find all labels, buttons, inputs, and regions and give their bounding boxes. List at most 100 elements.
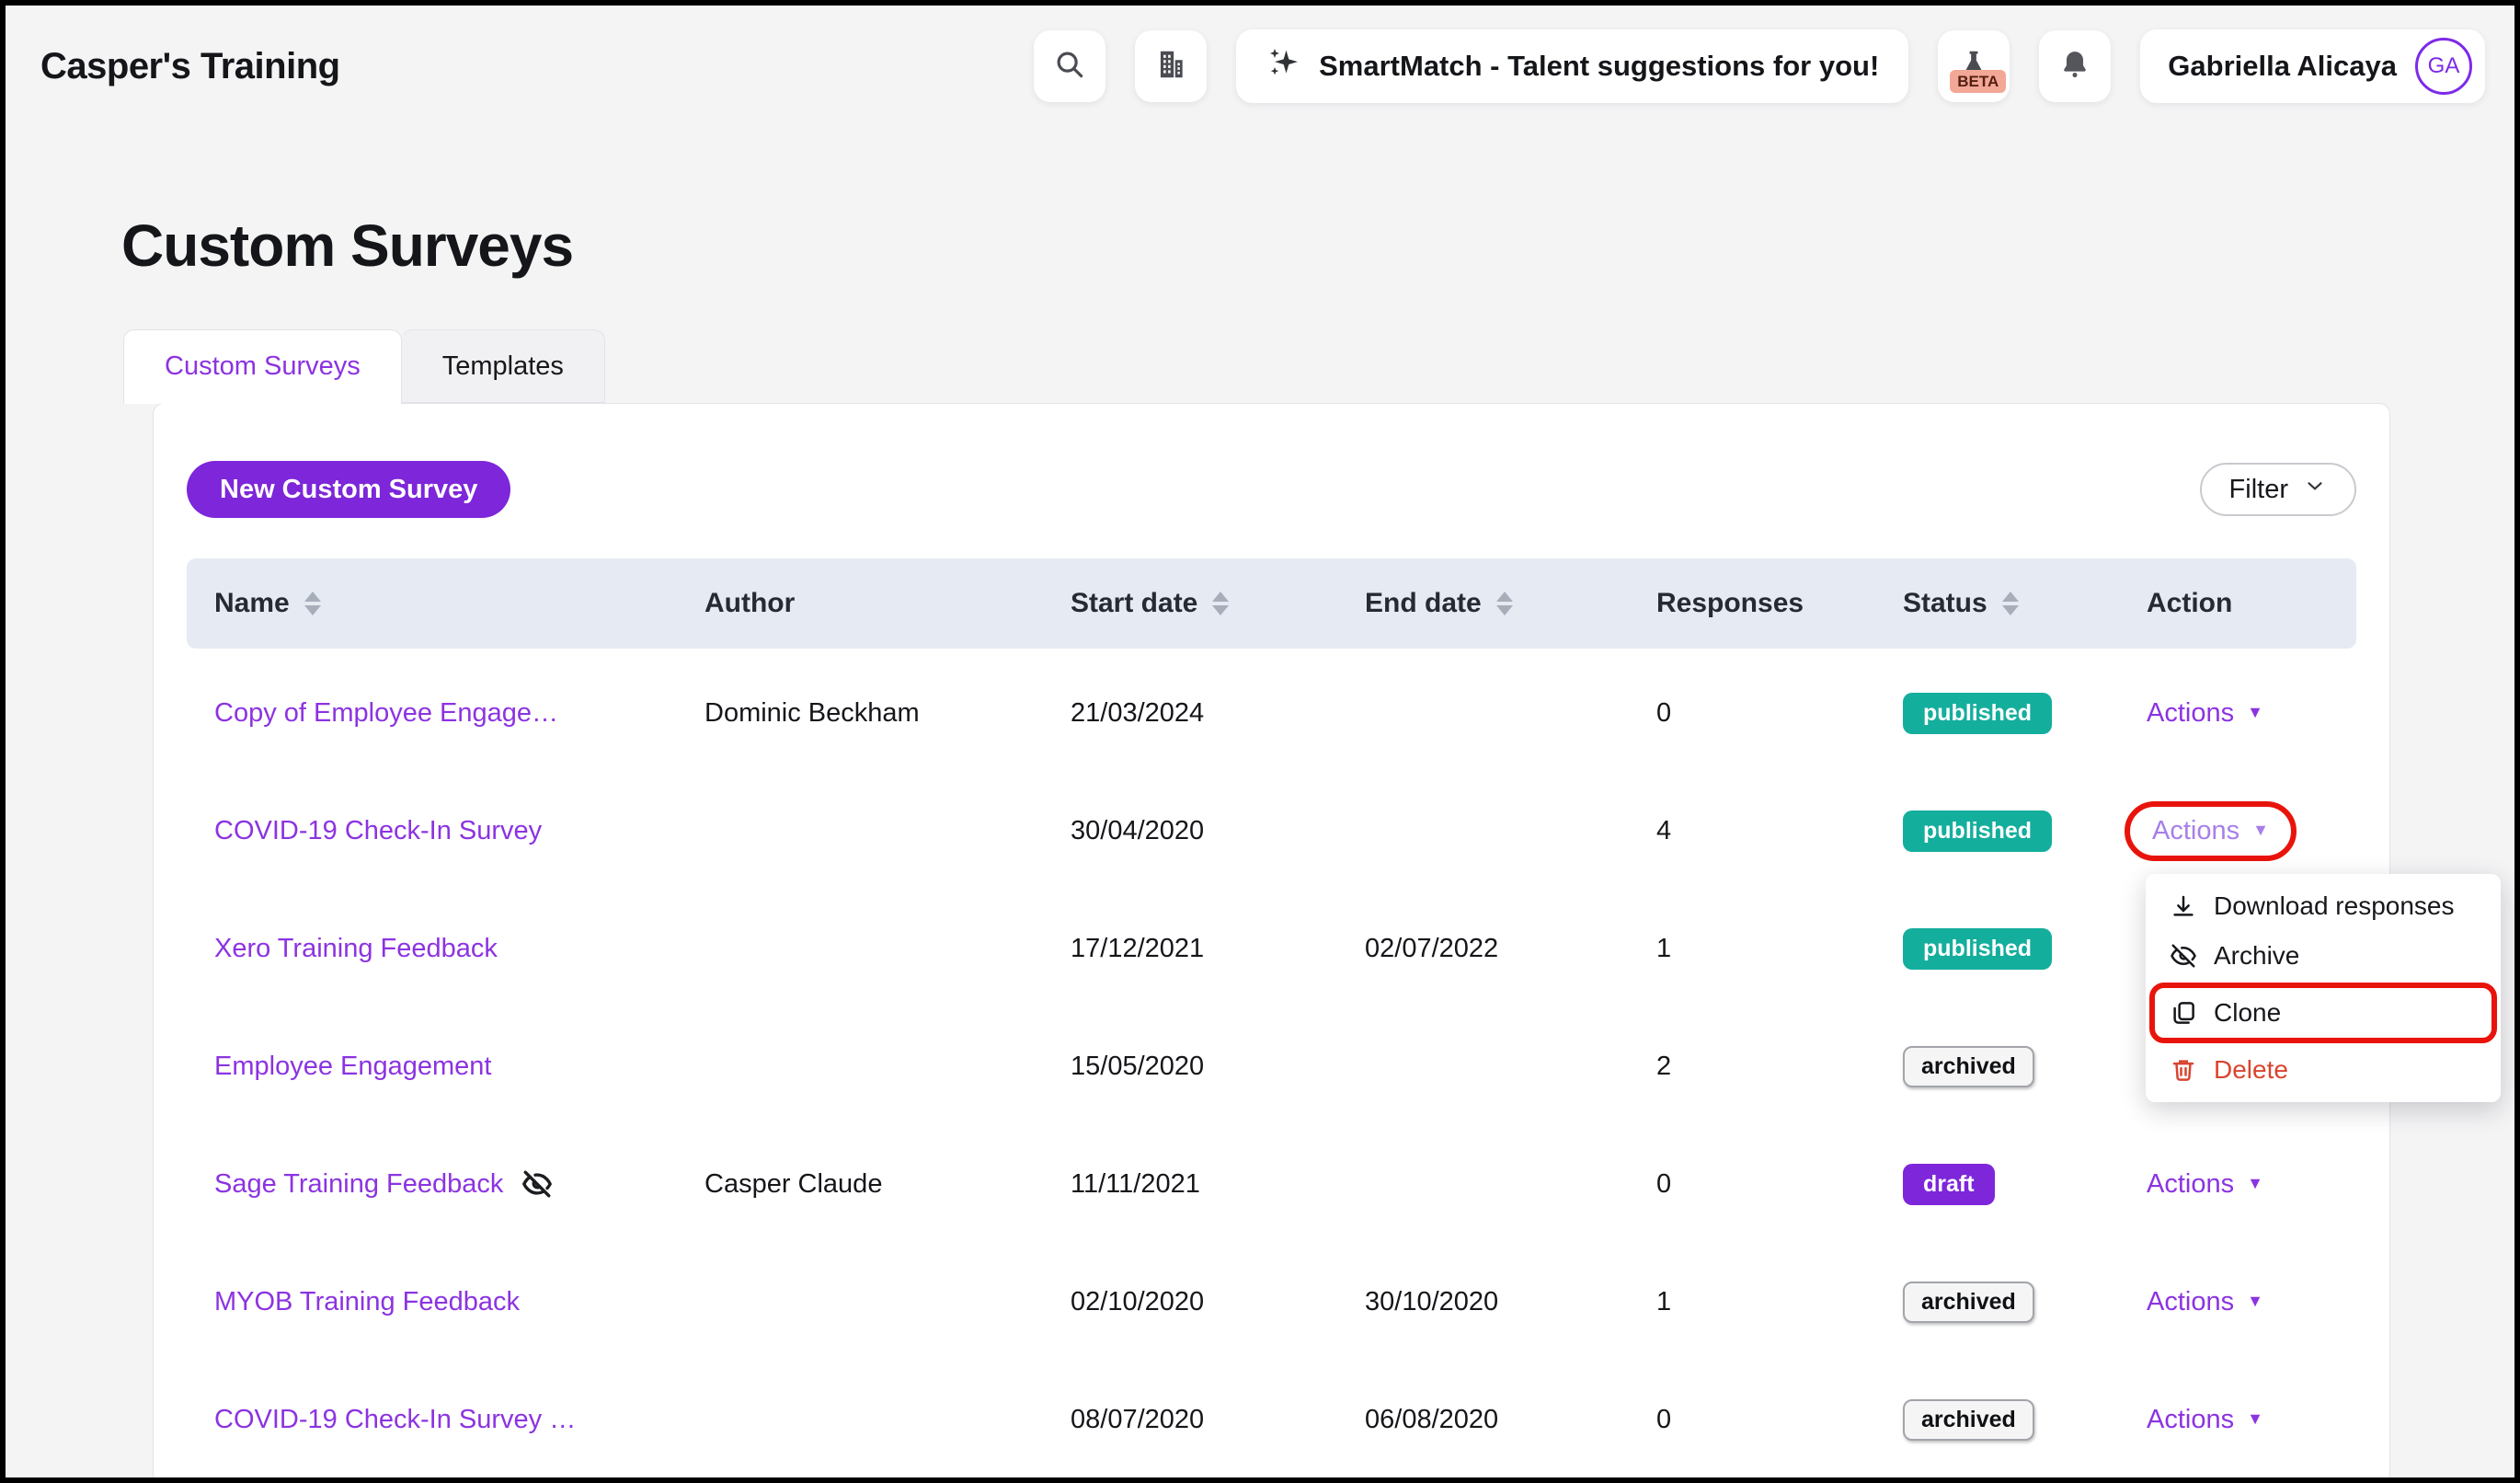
survey-name-link[interactable]: Sage Training Feedback: [214, 1169, 503, 1200]
caret-down-icon: ▼: [2252, 821, 2269, 840]
start-date-cell: 15/05/2020: [1043, 1052, 1337, 1082]
action-cell: Actions▼: [2119, 698, 2356, 729]
trash-icon: [2170, 1056, 2197, 1084]
labs-button[interactable]: BETA: [1938, 30, 2010, 102]
actions-button[interactable]: Actions▼: [2147, 1169, 2263, 1200]
column-header-label: Author: [704, 588, 795, 619]
download-icon: [2170, 892, 2197, 920]
top-bar: Casper's Training SmartMatch - Talent su…: [6, 6, 2514, 103]
column-header-label: Name: [214, 588, 290, 619]
actions-dropdown-menu: Download responses Archive Clone Delete: [2146, 874, 2501, 1102]
card-toolbar: New Custom Survey Filter: [187, 461, 2356, 518]
smartmatch-button[interactable]: SmartMatch - Talent suggestions for you!: [1236, 29, 1908, 103]
column-header-label: Responses: [1656, 588, 1804, 619]
column-header-status[interactable]: Status: [1875, 588, 2119, 619]
actions-button[interactable]: Actions ▼: [2152, 816, 2269, 846]
survey-name-link[interactable]: Employee Engagement: [214, 1052, 491, 1082]
responses-cell: 2: [1629, 1052, 1875, 1082]
end-date-cell: 06/08/2020: [1337, 1405, 1629, 1435]
app-window: Casper's Training SmartMatch - Talent su…: [0, 0, 2520, 1483]
action-cell: Actions▼: [2119, 1287, 2356, 1317]
column-header-responses[interactable]: Responses: [1629, 588, 1875, 619]
responses-cell: 4: [1629, 816, 1875, 846]
status-badge: published: [1903, 693, 2052, 734]
table-row: COVID-19 Check-In Survey … 08/07/2020 06…: [187, 1361, 2356, 1478]
annotation-ellipse: Actions▼: [2147, 1287, 2263, 1317]
name-cell: Employee Engagement: [187, 1052, 677, 1082]
avatar: GA: [2415, 38, 2472, 95]
column-header-name[interactable]: Name: [187, 588, 677, 619]
status-cell: archived: [1875, 1282, 2119, 1323]
name-cell: COVID-19 Check-In Survey …: [187, 1405, 677, 1435]
tab-custom-surveys[interactable]: Custom Surveys: [123, 329, 402, 404]
filter-label: Filter: [2229, 475, 2288, 505]
responses-cell: 0: [1629, 1169, 1875, 1200]
search-button[interactable]: [1034, 30, 1105, 102]
user-menu-button[interactable]: Gabriella Alicaya GA: [2140, 29, 2485, 103]
new-custom-survey-button[interactable]: New Custom Survey: [187, 461, 510, 518]
column-header-start-date[interactable]: Start date: [1043, 588, 1337, 619]
name-cell: COVID-19 Check-In Survey: [187, 816, 677, 846]
annotation-ellipse: Actions▼: [2147, 1405, 2263, 1435]
status-cell: archived: [1875, 1046, 2119, 1087]
survey-name-link[interactable]: Xero Training Feedback: [214, 934, 498, 964]
survey-name-link[interactable]: COVID-19 Check-In Survey: [214, 816, 542, 846]
status-cell: published: [1875, 810, 2119, 852]
column-header-end-date[interactable]: End date: [1337, 588, 1629, 619]
actions-label: Actions: [2152, 816, 2239, 846]
status-cell: published: [1875, 928, 2119, 970]
caret-down-icon: ▼: [2247, 1292, 2263, 1311]
actions-button[interactable]: Actions▼: [2147, 1405, 2263, 1435]
responses-cell: 1: [1629, 934, 1875, 964]
action-cell: Actions▼: [2119, 1169, 2356, 1200]
name-cell: MYOB Training Feedback: [187, 1287, 677, 1317]
top-bar-actions: SmartMatch - Talent suggestions for you!…: [1034, 29, 2485, 103]
company-switcher-button[interactable]: [1135, 30, 1207, 102]
column-header-label: Action: [2147, 588, 2232, 619]
column-header-action[interactable]: Action: [2119, 588, 2356, 619]
sort-icon[interactable]: [1212, 592, 1229, 615]
actions-button[interactable]: Actions▼: [2147, 1287, 2263, 1317]
status-badge: draft: [1903, 1164, 1995, 1205]
column-header-author[interactable]: Author: [677, 588, 1043, 619]
table-row: MYOB Training Feedback 02/10/2020 30/10/…: [187, 1243, 2356, 1361]
start-date-cell: 11/11/2021: [1043, 1169, 1337, 1200]
tab-templates[interactable]: Templates: [402, 329, 605, 403]
menu-item-delete[interactable]: Delete: [2146, 1045, 2501, 1095]
menu-item-download-responses[interactable]: Download responses: [2146, 881, 2501, 931]
sort-icon[interactable]: [2002, 592, 2019, 615]
start-date-cell: 02/10/2020: [1043, 1287, 1337, 1317]
start-date-cell: 30/04/2020: [1043, 816, 1337, 846]
filter-button[interactable]: Filter: [2200, 463, 2356, 516]
status-cell: archived: [1875, 1399, 2119, 1441]
menu-item-clone[interactable]: Clone: [2149, 983, 2497, 1043]
name-cell: Xero Training Feedback: [187, 934, 677, 964]
sort-icon[interactable]: [304, 592, 321, 615]
menu-item-archive[interactable]: Archive: [2146, 931, 2501, 981]
beta-badge: BETA: [1950, 70, 2006, 93]
notifications-button[interactable]: [2039, 30, 2111, 102]
status-badge: archived: [1903, 1399, 2034, 1441]
responses-cell: 1: [1629, 1287, 1875, 1317]
action-cell: Actions ▼: [2119, 801, 2356, 861]
status-badge: published: [1903, 928, 2052, 970]
author-cell: Dominic Beckham: [677, 698, 1043, 729]
column-header-label: End date: [1365, 588, 1482, 619]
survey-name-link[interactable]: Copy of Employee Engage…: [214, 698, 558, 729]
caret-down-icon: ▼: [2247, 1409, 2263, 1429]
annotation-ellipse: Actions▼: [2147, 1169, 2263, 1200]
menu-item-label: Download responses: [2214, 891, 2455, 921]
start-date-cell: 17/12/2021: [1043, 934, 1337, 964]
user-name: Gabriella Alicaya: [2168, 50, 2397, 83]
table-row: Xero Training Feedback 17/12/2021 02/07/…: [187, 890, 2356, 1007]
start-date-cell: 08/07/2020: [1043, 1405, 1337, 1435]
annotation-ellipse: Actions▼: [2147, 698, 2263, 729]
table-row: Copy of Employee Engage… Dominic Beckham…: [187, 654, 2356, 772]
sort-icon[interactable]: [1496, 592, 1513, 615]
survey-name-link[interactable]: MYOB Training Feedback: [214, 1287, 520, 1317]
status-badge: archived: [1903, 1046, 2034, 1087]
actions-button[interactable]: Actions▼: [2147, 698, 2263, 729]
survey-name-link[interactable]: COVID-19 Check-In Survey …: [214, 1405, 576, 1435]
actions-label: Actions: [2147, 698, 2234, 729]
table-row: Employee Engagement 15/05/2020 2 archive…: [187, 1007, 2356, 1125]
